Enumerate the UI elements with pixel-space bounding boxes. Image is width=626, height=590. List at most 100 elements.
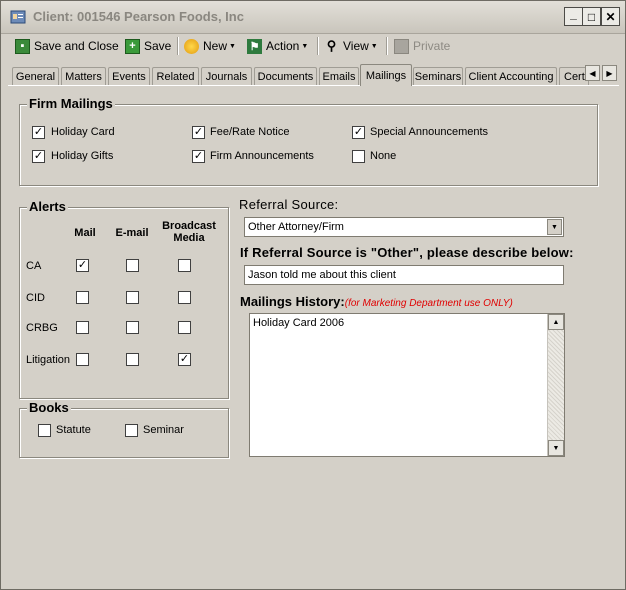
toolbar-separator <box>386 37 388 55</box>
check-icon: ✓ <box>193 126 204 138</box>
title-bar: Client: 001546 Pearson Foods, Inc _ □ ✕ <box>1 1 625 34</box>
alerts-legend: Alerts <box>27 199 68 214</box>
tab-general[interactable]: General <box>12 67 59 85</box>
save-and-close-button[interactable]: ▪ Save and Close <box>15 36 119 56</box>
close-icon: ✕ <box>605 9 616 24</box>
close-button[interactable]: ✕ <box>601 7 620 26</box>
tab-emails[interactable]: Emails <box>319 67 359 85</box>
alert-row-label: CRBG <box>26 322 58 334</box>
alert-row-label: CID <box>26 292 45 304</box>
alert-cid-mail-checkbox[interactable] <box>76 291 89 304</box>
alert-crbg-broadcast-checkbox[interactable] <box>178 321 191 334</box>
tab-mailings[interactable]: Mailings <box>360 64 412 86</box>
tab-label: Journals <box>205 70 248 83</box>
action-runner-icon: ⚑ <box>247 38 262 54</box>
mailings-history-value: Holiday Card 2006 <box>253 317 345 329</box>
alert-ca-mail-checkbox[interactable]: ✓ <box>76 259 89 272</box>
minimize-button[interactable]: _ <box>564 7 583 26</box>
alerts-col-broadcast-media: Broadcast Media <box>162 220 216 244</box>
referral-other-label: If Referral Source is "Other", please de… <box>240 245 574 260</box>
chevron-down-icon[interactable]: ▼ <box>547 219 562 235</box>
tab-label: Events <box>112 70 146 83</box>
private-label: Private <box>413 39 451 53</box>
alerts-group: Alerts Mail E-mail Broadcast Media CA ✓ … <box>19 199 229 399</box>
referral-source-value: Other Attorney/Firm <box>248 221 344 233</box>
client-card-icon <box>10 10 26 24</box>
special-announcements-checkbox[interactable]: ✓ <box>352 126 365 139</box>
holiday-card-checkbox[interactable]: ✓ <box>32 126 45 139</box>
none-checkbox[interactable] <box>352 150 365 163</box>
new-sun-icon <box>184 38 199 54</box>
check-icon: ✓ <box>179 353 190 365</box>
referral-source-select[interactable]: Other Attorney/Firm ▼ <box>244 217 564 237</box>
firm-announcements-checkbox[interactable]: ✓ <box>192 150 205 163</box>
referral-source-label: Referral Source: <box>239 197 339 212</box>
alert-litigation-email-checkbox[interactable] <box>126 353 139 366</box>
minimize-icon: _ <box>570 6 577 21</box>
view-button[interactable]: ⚲ View ▼ <box>324 36 378 56</box>
action-button[interactable]: ⚑ Action ▼ <box>247 36 308 56</box>
tab-documents[interactable]: Documents <box>254 67 317 85</box>
mailings-history-textarea[interactable]: Holiday Card 2006 ▲ ▼ <box>249 313 565 457</box>
alert-ca-email-checkbox[interactable] <box>126 259 139 272</box>
alert-litigation-mail-checkbox[interactable] <box>76 353 89 366</box>
maximize-button[interactable]: □ <box>582 7 601 26</box>
alert-ca-broadcast-checkbox[interactable] <box>178 259 191 272</box>
chevron-down-icon: ▼ <box>229 42 236 50</box>
holiday-gifts-checkbox[interactable]: ✓ <box>32 150 45 163</box>
check-icon: ✓ <box>77 259 88 271</box>
magnifier-icon: ⚲ <box>326 38 337 53</box>
alerts-col-mail: Mail <box>74 227 96 239</box>
alert-litigation-broadcast-checkbox[interactable]: ✓ <box>178 353 191 366</box>
seminar-label: Seminar <box>143 424 184 436</box>
fee-rate-notice-checkbox[interactable]: ✓ <box>192 126 205 139</box>
private-button[interactable]: Private <box>394 36 450 56</box>
mailings-history-note: (for Marketing Department use ONLY) <box>344 298 513 309</box>
statute-checkbox[interactable] <box>38 424 51 437</box>
alert-cid-broadcast-checkbox[interactable] <box>178 291 191 304</box>
tab-related[interactable]: Related <box>152 67 199 85</box>
tab-journals[interactable]: Journals <box>201 67 252 85</box>
firm-announcements-label: Firm Announcements <box>210 150 314 162</box>
tab-label: Seminars <box>414 70 462 83</box>
window-title: Client: 001546 Pearson Foods, Inc <box>33 9 244 24</box>
referral-other-value: Jason told me about this client <box>248 269 396 281</box>
scroll-down-icon[interactable]: ▼ <box>548 440 564 456</box>
tab-seminars[interactable]: Seminars <box>413 67 463 85</box>
tab-scroll-left-icon[interactable]: ◀ <box>585 65 600 81</box>
save-close-icon: ▪ <box>15 38 30 54</box>
tab-label: General <box>15 70 56 83</box>
maximize-icon: □ <box>587 9 596 24</box>
toolbar-separator <box>317 37 319 55</box>
fee-rate-notice-label: Fee/Rate Notice <box>210 126 290 138</box>
tab-label: Mailings <box>365 69 407 82</box>
tab-matters[interactable]: Matters <box>61 67 106 85</box>
tab-label: Emails <box>322 70 356 83</box>
firm-mailings-group: Firm Mailings ✓ Holiday Card ✓ Holiday G… <box>19 96 598 186</box>
mailings-history-label: Mailings History:(for Marketing Departme… <box>240 294 513 309</box>
mailings-history-scrollbar[interactable]: ▲ ▼ <box>547 314 564 456</box>
scroll-up-icon[interactable]: ▲ <box>548 314 564 330</box>
tab-events[interactable]: Events <box>108 67 150 85</box>
check-icon: ✓ <box>33 150 44 162</box>
books-group: Books Statute Seminar <box>19 400 229 458</box>
tab-client-accounting[interactable]: Client Accounting <box>465 67 557 85</box>
alert-cid-email-checkbox[interactable] <box>126 291 139 304</box>
save-button[interactable]: + Save <box>125 36 171 56</box>
tab-label: Matters <box>65 70 102 83</box>
mailings-panel: Firm Mailings ✓ Holiday Card ✓ Holiday G… <box>8 85 619 584</box>
lock-icon <box>394 38 409 54</box>
tab-label: Related <box>156 70 195 83</box>
mailings-history-title: Mailings History: <box>240 294 345 309</box>
tab-scroll-right-icon[interactable]: ▶ <box>602 65 617 81</box>
new-button[interactable]: New ▼ <box>184 36 236 56</box>
seminar-checkbox[interactable] <box>125 424 138 437</box>
chevron-down-icon: ▼ <box>301 42 309 50</box>
alert-crbg-email-checkbox[interactable] <box>126 321 139 334</box>
alerts-col-email: E-mail <box>115 227 149 239</box>
tab-strip: General Matters Events Related Journals … <box>9 64 619 86</box>
alert-row-label: Litigation <box>26 354 71 366</box>
referral-other-input[interactable]: Jason told me about this client <box>244 265 564 285</box>
new-label: New <box>203 39 228 53</box>
alert-crbg-mail-checkbox[interactable] <box>76 321 89 334</box>
